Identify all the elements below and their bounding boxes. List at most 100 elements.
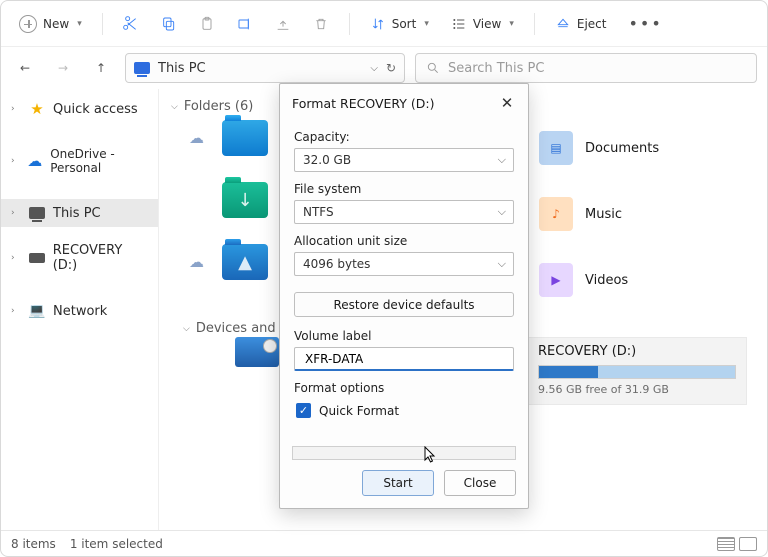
dialog-body: Capacity: 32.0 GB File system NTFS Alloc… bbox=[280, 122, 528, 284]
capacity-value: 32.0 GB bbox=[303, 153, 351, 167]
recovery-drive-item[interactable]: RECOVERY (D:) 9.56 GB free of 31.9 GB bbox=[527, 337, 747, 405]
sidebar-item-label: This PC bbox=[53, 206, 101, 221]
progress-bar bbox=[292, 446, 516, 460]
sort-button[interactable]: Sort ▾ bbox=[362, 11, 437, 37]
chevron-right-icon: › bbox=[11, 253, 21, 263]
capacity-select[interactable]: 32.0 GB bbox=[294, 148, 514, 172]
cloud-status-icon: ☁ bbox=[189, 129, 204, 147]
eject-label: Eject bbox=[577, 17, 607, 31]
videos-item[interactable]: ▶ Videos bbox=[539, 263, 659, 297]
selected-count: 1 item selected bbox=[70, 537, 163, 551]
downloads-folder-icon: ↓ bbox=[222, 182, 268, 218]
chevron-down-icon[interactable]: ⌵ bbox=[370, 63, 378, 74]
close-button[interactable]: ✕ bbox=[496, 92, 518, 114]
up-button[interactable]: ↑ bbox=[87, 54, 115, 82]
address-text: This PC bbox=[158, 61, 362, 76]
volume-input[interactable] bbox=[294, 347, 514, 371]
separator bbox=[102, 13, 103, 35]
restore-label: Restore device defaults bbox=[333, 298, 474, 312]
documents-item[interactable]: ▤ Documents bbox=[539, 131, 659, 165]
sort-icon bbox=[370, 16, 386, 32]
close-label: Close bbox=[464, 476, 497, 490]
tiles-view-button[interactable] bbox=[739, 537, 757, 551]
separator bbox=[349, 13, 350, 35]
volume-label: Volume label bbox=[294, 329, 514, 343]
drive-icon bbox=[235, 337, 279, 367]
allocation-label: Allocation unit size bbox=[294, 234, 514, 248]
overflow-button[interactable]: ••• bbox=[620, 9, 670, 38]
share-button[interactable] bbox=[267, 11, 299, 37]
folder-item[interactable]: ☁ bbox=[189, 120, 268, 156]
videos-icon: ▶ bbox=[539, 263, 573, 297]
pictures-folder-icon: ▲ bbox=[222, 244, 268, 280]
new-button[interactable]: New ▾ bbox=[11, 10, 90, 38]
sidebar-item-onedrive[interactable]: › ☁ OneDrive - Personal bbox=[1, 141, 158, 181]
chevron-down-icon: ▾ bbox=[509, 19, 514, 29]
cloud-icon: ☁ bbox=[27, 153, 42, 169]
format-dialog: Format RECOVERY (D:) ✕ Capacity: 32.0 GB… bbox=[279, 83, 529, 509]
documents-icon: ▤ bbox=[539, 131, 573, 165]
folder-icon bbox=[222, 120, 268, 156]
allocation-value: 4096 bytes bbox=[303, 257, 370, 271]
recovery-title: RECOVERY (D:) bbox=[538, 344, 736, 359]
items-count: 8 items bbox=[11, 537, 56, 551]
capacity-label: Capacity: bbox=[294, 130, 514, 144]
sidebar-item-network[interactable]: › 💻 Network bbox=[1, 297, 158, 325]
restore-defaults-button[interactable]: Restore device defaults bbox=[294, 292, 514, 317]
folder-item[interactable]: ↓ bbox=[189, 182, 268, 218]
start-label: Start bbox=[383, 476, 412, 490]
sidebar-item-quick-access[interactable]: › ★ Quick access bbox=[1, 95, 158, 123]
toolbar: New ▾ Sort ▾ View ▾ Eject ••• bbox=[1, 1, 767, 47]
search-input[interactable]: Search This PC bbox=[415, 53, 757, 83]
cut-button[interactable] bbox=[115, 11, 147, 37]
chevron-down-icon: ▾ bbox=[424, 19, 429, 29]
music-item[interactable]: ♪ Music bbox=[539, 197, 659, 231]
chevron-down-icon: ⌵ bbox=[183, 324, 190, 334]
eject-icon bbox=[555, 16, 571, 32]
sidebar: › ★ Quick access › ☁ OneDrive - Personal… bbox=[1, 89, 159, 530]
cloud-status-icon: ☁ bbox=[189, 253, 204, 271]
rename-button[interactable] bbox=[229, 11, 261, 37]
pc-icon bbox=[29, 205, 45, 221]
sidebar-item-this-pc[interactable]: › This PC bbox=[1, 199, 158, 227]
copy-button[interactable] bbox=[153, 11, 185, 37]
plus-icon bbox=[19, 15, 37, 33]
folder-item[interactable]: ☁ ▲ bbox=[189, 244, 268, 280]
sort-label: Sort bbox=[392, 17, 417, 31]
right-column: ▤ Documents ♪ Music ▶ Videos bbox=[539, 131, 659, 297]
search-icon bbox=[426, 61, 440, 75]
allocation-select[interactable]: 4096 bytes bbox=[294, 252, 514, 276]
dialog-titlebar: Format RECOVERY (D:) ✕ bbox=[280, 84, 528, 122]
status-bar: 8 items 1 item selected bbox=[1, 530, 767, 556]
dialog-footer: Start Close bbox=[280, 460, 528, 508]
eject-button[interactable]: Eject bbox=[547, 11, 615, 37]
chevron-down-icon: ▾ bbox=[77, 19, 82, 29]
filesystem-select[interactable]: NTFS bbox=[294, 200, 514, 224]
close-dialog-button[interactable]: Close bbox=[444, 470, 516, 496]
delete-button[interactable] bbox=[305, 11, 337, 37]
chevron-right-icon: › bbox=[11, 208, 21, 218]
sidebar-item-label: RECOVERY (D:) bbox=[53, 243, 148, 273]
view-button[interactable]: View ▾ bbox=[443, 11, 522, 37]
network-icon: 💻 bbox=[29, 303, 45, 319]
folders-header-label: Folders (6) bbox=[184, 99, 254, 114]
address-bar[interactable]: This PC ⌵ ↻ bbox=[125, 53, 405, 83]
chevron-right-icon: › bbox=[11, 156, 19, 166]
chevron-right-icon: › bbox=[11, 306, 21, 316]
quick-format-label: Quick Format bbox=[319, 404, 399, 418]
rename-icon bbox=[237, 16, 253, 32]
details-view-button[interactable] bbox=[717, 537, 735, 551]
quick-format-checkbox[interactable]: ✓ Quick Format bbox=[294, 403, 514, 418]
filesystem-value: NTFS bbox=[303, 205, 334, 219]
sidebar-item-recovery[interactable]: › RECOVERY (D:) bbox=[1, 237, 158, 279]
view-label: View bbox=[473, 17, 501, 31]
volume-input-field[interactable] bbox=[303, 351, 505, 367]
dialog-body-2: Volume label Format options ✓ Quick Form… bbox=[280, 321, 528, 426]
forward-button[interactable]: → bbox=[49, 54, 77, 82]
paste-button[interactable] bbox=[191, 11, 223, 37]
item-label: Documents bbox=[585, 141, 659, 156]
refresh-button[interactable]: ↻ bbox=[386, 61, 396, 75]
start-button[interactable]: Start bbox=[362, 470, 434, 496]
new-label: New bbox=[43, 17, 69, 31]
back-button[interactable]: ← bbox=[11, 54, 39, 82]
